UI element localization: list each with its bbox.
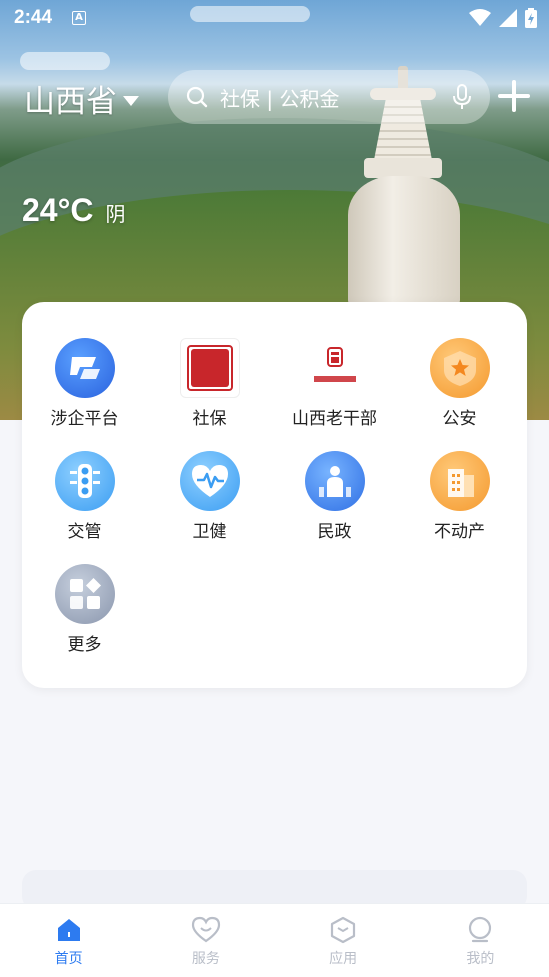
- cell-signal-icon: [499, 9, 517, 27]
- services-grid: 涉企平台 社保 山西老干部 公安 交管 卫健 民政 不动产 更多: [22, 338, 527, 655]
- search-placeholder: 社保 | 公积金: [220, 86, 340, 111]
- service-label: 交管: [67, 522, 102, 542]
- social-security-seal-icon: [179, 338, 240, 398]
- traffic-light-icon: [54, 451, 115, 511]
- heart-service-icon: [191, 916, 220, 943]
- add-plus-icon[interactable]: [498, 80, 530, 112]
- enterprise-platform-icon: [54, 338, 115, 398]
- home-icon: [57, 919, 80, 941]
- battery-icon: [525, 8, 537, 28]
- service-police[interactable]: 公安: [397, 338, 522, 429]
- service-label: 涉企平台: [50, 409, 119, 429]
- province-label: 山西省: [24, 84, 117, 120]
- search-icon: [186, 86, 208, 108]
- tab-home[interactable]: 首页: [0, 904, 137, 977]
- service-label: 社保: [192, 409, 227, 429]
- caret-down-icon: [123, 95, 139, 106]
- service-more[interactable]: 更多: [22, 564, 147, 655]
- service-health[interactable]: 卫健: [147, 451, 272, 542]
- status-bar: 2:44 A: [0, 0, 549, 38]
- service-social-security[interactable]: 社保: [147, 338, 272, 429]
- health-heart-icon: [179, 451, 240, 511]
- tab-label: 我的: [466, 951, 495, 967]
- service-traffic[interactable]: 交管: [22, 451, 147, 542]
- status-time: 2:44: [14, 7, 53, 28]
- wifi-icon: [469, 9, 491, 26]
- tab-label: 应用: [329, 951, 358, 967]
- bottom-tab-bar: 首页 服务 应用 我的: [0, 903, 549, 977]
- service-label: 卫健: [192, 522, 227, 542]
- profile-icon: [469, 916, 492, 943]
- service-label: 更多: [67, 635, 102, 655]
- service-enterprise-platform[interactable]: 涉企平台: [22, 338, 147, 429]
- service-label: 山西老干部: [292, 409, 377, 429]
- weather-condition: 阴: [105, 202, 126, 226]
- keyboard-indicator-icon: A: [72, 11, 86, 25]
- veteran-cadre-logo-icon: [304, 338, 365, 398]
- service-civil-affairs[interactable]: 民政: [272, 451, 397, 542]
- service-veteran-cadres[interactable]: 山西老干部: [272, 338, 397, 429]
- service-label: 不动产: [434, 522, 485, 542]
- top-header: 山西省 社保 | 公积金: [0, 66, 549, 126]
- service-real-estate[interactable]: 不动产: [397, 451, 522, 542]
- tab-label: 服务: [191, 951, 220, 967]
- civil-affairs-person-icon: [304, 451, 365, 511]
- services-card: 涉企平台 社保 山西老干部 公安 交管 卫健 民政 不动产 更多: [22, 302, 527, 688]
- police-star-icon: [429, 338, 490, 398]
- tab-label: 首页: [54, 951, 83, 967]
- search-bar[interactable]: 社保 | 公积金: [168, 70, 490, 124]
- more-apps-icon: [54, 564, 115, 624]
- service-label: 公安: [442, 409, 477, 429]
- tab-profile[interactable]: 我的: [412, 904, 549, 977]
- tab-apps[interactable]: 应用: [275, 904, 412, 977]
- tab-services[interactable]: 服务: [137, 904, 274, 977]
- temperature: 24°C: [22, 192, 94, 228]
- province-selector[interactable]: 山西省: [24, 76, 139, 121]
- service-label: 民政: [317, 522, 352, 542]
- real-estate-building-icon: [429, 451, 490, 511]
- microphone-icon[interactable]: [452, 84, 472, 110]
- weather-info: 24°C 阴: [22, 192, 126, 229]
- app-box-icon: [331, 916, 356, 944]
